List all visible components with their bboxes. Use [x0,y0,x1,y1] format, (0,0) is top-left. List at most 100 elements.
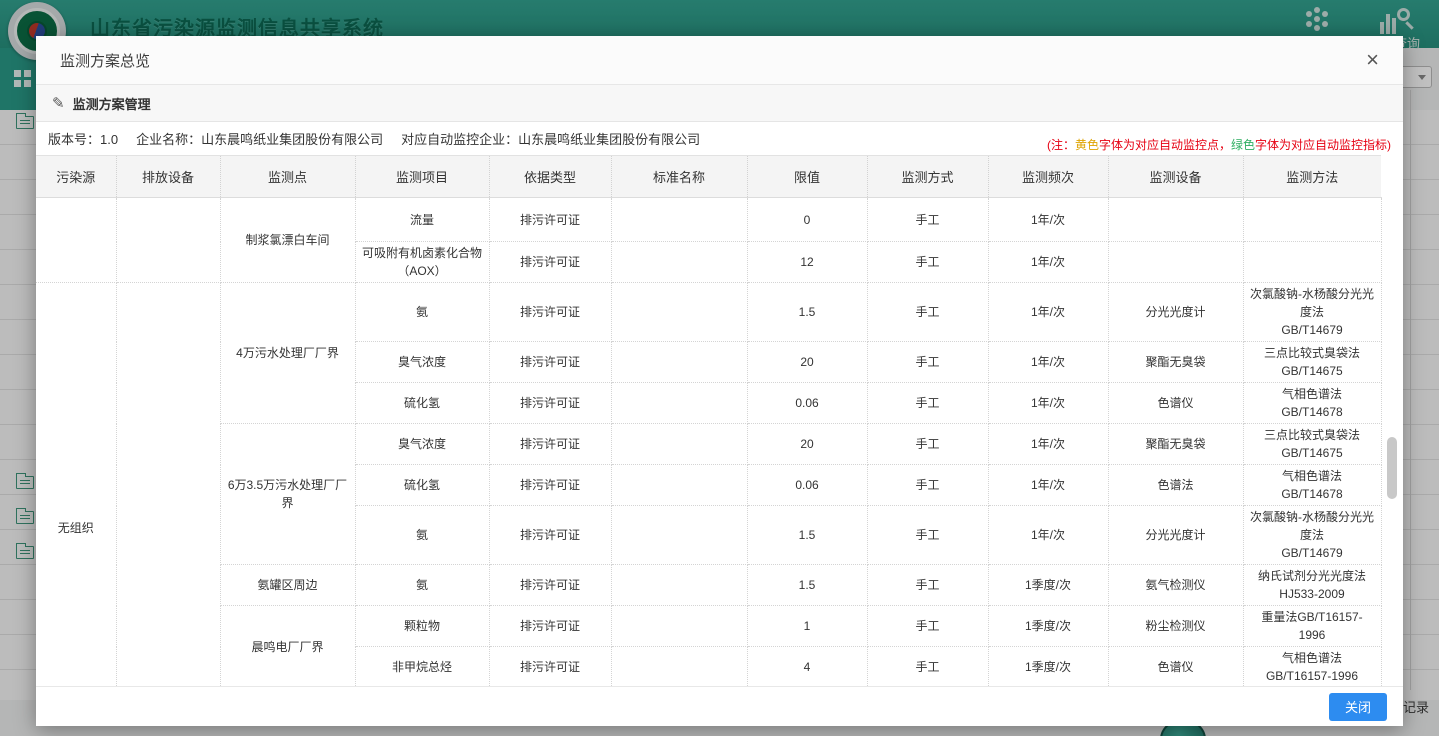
table-cell: 排污许可证 [489,424,611,465]
table-cell: 手工 [867,424,988,465]
table-cell: 1年/次 [988,383,1108,424]
table-cell: 三点比较式臭袋法 GB/T14675 [1243,424,1381,465]
table-row: 6万3.5万污水处理厂厂界臭气浓度排污许可证20手工1年/次聚酯无臭袋三点比较式… [36,424,1381,465]
table-cell: 1.5 [747,283,867,342]
table-cell [116,283,220,687]
table-cell: 排污许可证 [489,242,611,283]
table-cell: 1季度/次 [988,606,1108,647]
table-cell: 聚酯无臭袋 [1108,424,1243,465]
close-button[interactable]: 关闭 [1329,693,1387,721]
table-cell: 手工 [867,565,988,606]
table-cell [611,506,747,565]
table-cell: 纳氏试剂分光光度法HJ533-2009 [1243,565,1381,606]
table-cell: 1年/次 [988,342,1108,383]
table-cell: 粉尘检测仪 [1108,606,1243,647]
auto-company-info: 对应自动监控企业：山东晨鸣纸业集团股份有限公司 [401,129,700,148]
table-cell: 手工 [867,242,988,283]
table-cell: 可吸附有机卤素化合物（AOX） [355,242,489,283]
table-cell: 重量法GB/T16157-1996 [1243,606,1381,647]
table-cell: 排污许可证 [489,342,611,383]
table-cell: 0.06 [747,465,867,506]
table-cell [611,383,747,424]
table-cell: 手工 [867,647,988,687]
close-icon[interactable]: × [1366,49,1379,71]
table-cell: 手工 [867,383,988,424]
table-cell: 色谱仪 [1108,383,1243,424]
table-cell: 1.5 [747,506,867,565]
table-cell: 12 [747,242,867,283]
column-header: 监测点 [220,156,355,198]
table-cell: 排污许可证 [489,465,611,506]
table-cell: 氨气检测仪 [1108,565,1243,606]
table-cell: 氨 [355,565,489,606]
table-row: 制浆氯漂白车间流量排污许可证0手工1年/次 [36,198,1381,242]
monitoring-plan-modal: 监测方案总览 × ✎ 监测方案管理 版本号：1.0 企业名称：山东晨鸣纸业集团股… [36,36,1403,726]
table-cell: 气相色谱法 GB/T14678 [1243,383,1381,424]
table-cell: 0.06 [747,383,867,424]
table-cell [611,647,747,687]
table-cell: 分光光度计 [1108,506,1243,565]
table-cell: 1年/次 [988,242,1108,283]
table-cell: 颗粒物 [355,606,489,647]
table-cell: 次氯酸钠-水杨酸分光光度法 GB/T14679 [1243,506,1381,565]
legend-note: (注：黄色字体为对应自动监控点，绿色字体为对应自动监控指标) [1047,136,1391,155]
modal-title: 监测方案总览 [60,50,150,71]
table-cell: 1季度/次 [988,565,1108,606]
table-cell: 1年/次 [988,283,1108,342]
table-cell: 1年/次 [988,198,1108,242]
table-cell: 20 [747,342,867,383]
table-cell: 手工 [867,606,988,647]
column-header: 污染源 [36,156,116,198]
plan-table-body: 制浆氯漂白车间流量排污许可证0手工1年/次可吸附有机卤素化合物（AOX）排污许可… [36,198,1381,687]
table-cell: 制浆氯漂白车间 [220,198,355,283]
table-cell: 气相色谱法 GB/T16157-1996 [1243,647,1381,687]
table-cell: 4万污水处理厂厂界 [220,283,355,424]
table-cell: 20 [747,424,867,465]
table-cell: 无组织 [36,283,116,687]
table-scrollbar-thumb[interactable] [1387,437,1397,499]
plan-table-area: 污染源排放设备监测点监测项目依据类型标准名称限值监测方式监测频次监测设备监测方法… [36,155,1403,686]
table-cell: 1年/次 [988,506,1108,565]
table-cell: 0 [747,198,867,242]
table-cell [1243,198,1381,242]
table-cell [611,465,747,506]
table-cell [611,242,747,283]
table-cell [1108,198,1243,242]
table-cell: 臭气浓度 [355,342,489,383]
column-header: 监测设备 [1108,156,1243,198]
table-cell: 流量 [355,198,489,242]
table-row: 晨鸣电厂厂界颗粒物排污许可证1手工1季度/次粉尘检测仪重量法GB/T16157-… [36,606,1381,647]
plan-table: 污染源排放设备监测点监测项目依据类型标准名称限值监测方式监测频次监测设备监测方法… [36,155,1382,686]
column-header: 监测方法 [1243,156,1381,198]
version-info: 版本号：1.0 [48,129,118,148]
table-cell [36,198,116,283]
table-cell: 气相色谱法 GB/T14678 [1243,465,1381,506]
table-cell: 非甲烷总烃 [355,647,489,687]
table-cell: 排污许可证 [489,383,611,424]
table-cell: 手工 [867,506,988,565]
table-cell: 排污许可证 [489,198,611,242]
table-cell [1243,242,1381,283]
column-header: 依据类型 [489,156,611,198]
table-cell: 臭气浓度 [355,424,489,465]
table-cell: 手工 [867,342,988,383]
pencil-icon: ✎ [52,94,65,112]
table-cell: 色谱仪 [1108,647,1243,687]
table-cell: 氨 [355,506,489,565]
table-cell: 手工 [867,198,988,242]
table-cell [1108,242,1243,283]
table-cell: 聚酯无臭袋 [1108,342,1243,383]
table-cell: 1季度/次 [988,647,1108,687]
column-header: 监测频次 [988,156,1108,198]
table-cell: 氨 [355,283,489,342]
table-cell [611,198,747,242]
table-cell: 硫化氢 [355,465,489,506]
section-title: 监测方案管理 [73,94,151,113]
table-cell: 排污许可证 [489,565,611,606]
table-cell [611,424,747,465]
table-row: 氨罐区周边氨排污许可证1.5手工1季度/次氨气检测仪纳氏试剂分光光度法HJ533… [36,565,1381,606]
table-cell: 排污许可证 [489,283,611,342]
table-row: 无组织4万污水处理厂厂界氨排污许可证1.5手工1年/次分光光度计次氯酸钠-水杨酸… [36,283,1381,342]
table-cell: 手工 [867,283,988,342]
table-cell: 分光光度计 [1108,283,1243,342]
